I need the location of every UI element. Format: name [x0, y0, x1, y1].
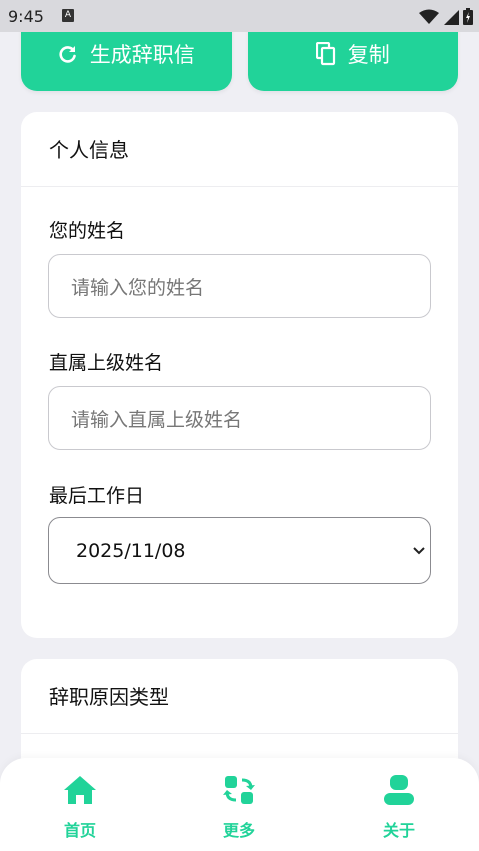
nav-item-home-label: 首页: [63, 821, 96, 840]
copy-icon: [315, 42, 335, 66]
supervisor-input[interactable]: 请输入直属上级姓名: [48, 386, 431, 450]
swap-icon: [223, 776, 255, 804]
name-field-label: 您的姓名: [49, 220, 126, 242]
notification-a-icon: A: [62, 9, 74, 22]
nav-item-about-label: 关于: [382, 821, 415, 840]
last-day-select[interactable]: 2025/11/08: [48, 517, 431, 584]
nav-item-about[interactable]: 关于: [359, 772, 439, 841]
refresh-icon: [59, 46, 76, 63]
name-input[interactable]: 请输入您的姓名: [48, 254, 431, 318]
nav-item-home[interactable]: 首页: [40, 772, 120, 841]
status-bar: 9:45 A: [0, 0, 479, 32]
wifi-icon: [419, 9, 439, 24]
nav-item-more[interactable]: 更多: [199, 772, 279, 841]
personal-info-card: 个人信息 您的姓名 请输入您的姓名 直属上级姓名 请输入直属上级姓名 最后工作日…: [21, 112, 458, 638]
battery-icon: [463, 8, 473, 25]
cellular-signal-icon: [444, 9, 459, 25]
bottom-navigation: 首页 更多 关于: [0, 758, 479, 851]
copy-label: 复制: [347, 43, 390, 67]
home-icon: [64, 776, 96, 804]
last-day-value: 2025/11/08: [76, 539, 186, 562]
last-day-field-label: 最后工作日: [49, 485, 145, 507]
status-time: 9:45: [8, 7, 44, 26]
nav-item-more-label: 更多: [222, 821, 255, 840]
reason-type-title: 辞职原因类型: [21, 659, 458, 734]
status-icons: [419, 8, 473, 25]
supervisor-field-label: 直属上级姓名: [49, 352, 164, 374]
person-icon: [384, 775, 414, 805]
personal-info-title: 个人信息: [21, 112, 458, 187]
generate-letter-label: 生成辞职信: [89, 43, 195, 67]
chevron-down-icon: [413, 547, 425, 555]
